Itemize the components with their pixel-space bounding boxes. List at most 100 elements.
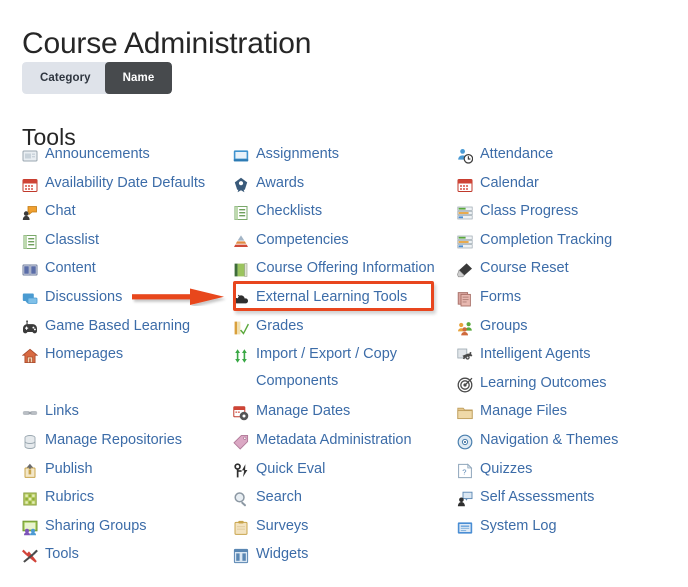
tool-link-label: Forms (480, 288, 522, 305)
tool-link-label: Metadata Administration (256, 431, 412, 448)
tool-link[interactable]: Forms (457, 283, 688, 312)
tool-link[interactable]: Manage Repositories (22, 426, 228, 455)
tool-link-label: Self Assessments (480, 489, 595, 506)
sharing-groups-icon (22, 518, 38, 535)
tool-link[interactable]: Learning Outcomes (457, 369, 688, 398)
tool-link[interactable]: Attendance (457, 140, 688, 169)
checklists-icon (233, 203, 249, 221)
tool-link-label: Course Offering Information (256, 260, 435, 277)
tool-link[interactable]: Import / Export / Copy Components (233, 340, 452, 397)
tool-link-label: Navigation & Themes (480, 431, 619, 448)
tool-link-label: Manage Repositories (45, 431, 183, 448)
tool-link[interactable]: Competencies (233, 226, 452, 255)
tool-link[interactable]: Completion Tracking (457, 226, 688, 255)
classlist-icon (22, 232, 38, 249)
tool-link[interactable]: Manage Files (457, 397, 688, 426)
toggle-name-button[interactable]: Name (104, 62, 173, 94)
tool-link[interactable]: Search (233, 483, 452, 512)
tool-link[interactable]: Navigation & Themes (457, 426, 688, 455)
tool-link[interactable]: Awards (233, 169, 452, 198)
tools-grid: Announcements Availability Date Defaults C… (0, 140, 688, 569)
tool-link-label: Manage Dates (256, 403, 351, 420)
tool-link-label: Awards (256, 174, 305, 191)
tool-link[interactable]: Tools (22, 540, 228, 569)
tool-link[interactable]: Discussions (22, 283, 228, 312)
tool-link[interactable]: Checklists (233, 197, 452, 226)
tool-link-label: Game Based Learning (45, 317, 191, 334)
external-learning-tools-icon (233, 289, 249, 305)
tool-link-label: Sharing Groups (45, 517, 147, 534)
forms-icon (457, 289, 473, 307)
tool-link[interactable]: Surveys (233, 512, 452, 541)
navigation-icon (457, 432, 473, 450)
tool-link[interactable]: Availability Date Defaults (22, 169, 228, 198)
page-title: Course Administration (22, 27, 312, 61)
tool-link-label: Import / Export / Copy Components (256, 346, 398, 390)
tool-link-label: Quizzes (480, 460, 533, 477)
toggle-category-button[interactable]: Category (22, 62, 109, 94)
tool-link-label: Classlist (45, 231, 99, 248)
tools-column-2: Assignments Awards Checklists Competencies C… (228, 140, 452, 569)
tool-link[interactable]: Content (22, 254, 228, 283)
tool-link[interactable]: Publish (22, 455, 228, 484)
widgets-icon (233, 546, 249, 564)
tool-link[interactable]: Links (22, 397, 228, 426)
tool-link-label: Assignments (256, 146, 340, 162)
tool-link[interactable]: Self Assessments (457, 483, 688, 512)
tool-link[interactable]: Rubrics (22, 483, 228, 512)
tools-spacer (22, 369, 228, 398)
tool-link[interactable]: Class Progress (457, 197, 688, 226)
tool-link[interactable]: Quick Eval (233, 455, 452, 484)
discussions-icon (22, 289, 38, 305)
tool-link-label: Discussions (45, 288, 123, 305)
search-icon (233, 489, 249, 507)
tool-link-label: Widgets (256, 546, 309, 563)
tool-link[interactable]: System Log (457, 512, 688, 541)
tool-link[interactable]: Grades (233, 312, 452, 341)
tool-link[interactable]: Course Offering Information (233, 254, 452, 283)
tool-link[interactable]: Homepages (21, 340, 228, 369)
gear-icon (457, 346, 473, 362)
tool-link[interactable]: Calendar (457, 169, 688, 198)
tool-link[interactable]: Classlist (22, 226, 228, 255)
calendar-red-icon (22, 175, 38, 192)
tool-link[interactable]: External Learning Tools (233, 283, 452, 312)
tool-link[interactable]: Assignments (233, 140, 452, 169)
quick-eval-icon (233, 461, 249, 477)
tool-link[interactable]: Groups (457, 312, 688, 341)
tool-link[interactable]: Sharing Groups (22, 512, 228, 541)
target-icon (457, 375, 473, 393)
tool-link[interactable]: Course Reset (457, 254, 688, 283)
grades-icon (233, 318, 249, 335)
groups-icon (457, 318, 473, 335)
tool-link-label: Attendance (480, 146, 554, 162)
tool-link-label: Intelligent Agents (480, 346, 591, 363)
tool-link[interactable]: Announcements (22, 140, 228, 169)
tool-link[interactable]: Manage Dates (233, 397, 452, 426)
tool-link[interactable]: Game Based Learning (22, 312, 228, 341)
chat-icon (22, 203, 38, 221)
tool-link-label: Groups (480, 317, 528, 334)
tool-link[interactable]: Metadata Administration (233, 426, 452, 455)
tool-link[interactable]: ? Quizzes (457, 455, 688, 484)
eraser-icon (457, 260, 473, 278)
announcements-icon (22, 146, 38, 162)
course-offering-icon (233, 260, 249, 278)
tool-link-label: Competencies (256, 231, 349, 248)
tool-link-label: Course Reset (480, 260, 569, 277)
surveys-icon (233, 518, 249, 535)
tag-icon (233, 432, 249, 450)
view-toggle-group[interactable]: Category Name (22, 62, 173, 94)
tool-link[interactable]: Chat (22, 197, 228, 226)
self-assessments-icon (457, 489, 473, 507)
awards-icon (233, 175, 249, 192)
calendar-red-icon (457, 175, 473, 192)
tool-link-label: Calendar (480, 174, 539, 191)
database-icon (22, 432, 38, 449)
tool-link-label: Completion Tracking (480, 231, 613, 248)
tool-link-label: Links (45, 403, 79, 420)
tool-link[interactable]: Intelligent Agents (457, 340, 688, 369)
tool-link-label: Announcements (45, 146, 150, 162)
tool-link[interactable]: Widgets (233, 540, 452, 569)
